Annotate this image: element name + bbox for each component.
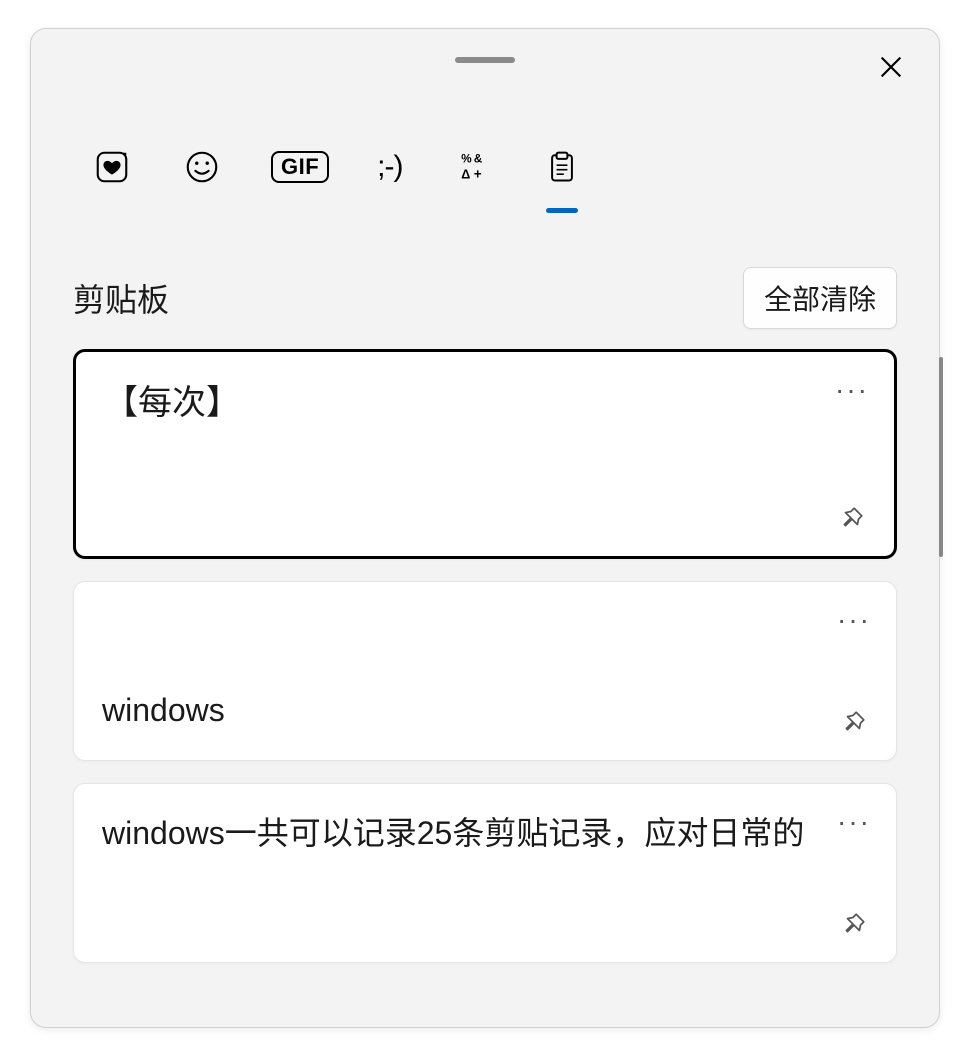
pin-icon [839,505,865,531]
more-dots-icon: ··· [837,806,871,838]
clear-all-button[interactable]: 全部清除 [743,267,897,329]
tab-clipboard[interactable] [541,139,583,195]
pin-icon [841,709,867,735]
svg-text:&: & [473,153,482,166]
close-icon [877,53,905,81]
close-button[interactable] [871,47,911,87]
sticker-heart-icon [91,146,133,188]
pin-icon [841,911,867,937]
clipboard-item-text: windows [102,685,275,736]
kaomoji-icon: ;-) [377,150,402,184]
symbols-icon: % & Δ + [451,146,493,188]
clipboard-icon [541,146,583,188]
clipboard-item[interactable]: windows一共可以记录25条剪贴记录，应对日常的 ··· [73,783,897,963]
clipboard-item-text: windows一共可以记录25条剪贴记录，应对日常的 [102,808,868,859]
clipboard-item-text: 【每次】 [104,376,866,430]
emoji-smile-icon [181,146,223,188]
category-tabs: GIF ;-) % & Δ + [31,139,939,195]
svg-text:Δ: Δ [461,168,470,182]
tab-gif[interactable]: GIF [271,139,329,195]
item-more-button[interactable]: ··· [836,804,872,840]
item-pin-button[interactable] [836,906,872,942]
clipboard-items: 【每次】 ··· windows ··· windows [31,349,939,963]
tab-stickers[interactable] [91,139,133,195]
scrollbar[interactable] [939,357,943,557]
item-more-button[interactable]: ··· [836,602,872,638]
gif-icon: GIF [271,151,329,183]
svg-text:%: % [461,153,472,166]
section-header: 剪贴板 全部清除 [31,267,939,329]
drag-handle[interactable] [455,57,515,63]
clipboard-item[interactable]: windows ··· [73,581,897,761]
clipboard-item[interactable]: 【每次】 ··· [73,349,897,559]
svg-text:+: + [473,167,481,182]
item-more-button[interactable]: ··· [834,372,870,408]
more-dots-icon: ··· [837,604,871,636]
emoji-clipboard-panel: GIF ;-) % & Δ + [30,28,940,1028]
section-title: 剪贴板 [73,275,169,321]
tab-emoji[interactable] [181,139,223,195]
tab-symbols[interactable]: % & Δ + [451,139,493,195]
more-dots-icon: ··· [835,374,869,406]
tab-kaomoji[interactable]: ;-) [377,139,402,195]
item-pin-button[interactable] [834,500,870,536]
item-pin-button[interactable] [836,704,872,740]
